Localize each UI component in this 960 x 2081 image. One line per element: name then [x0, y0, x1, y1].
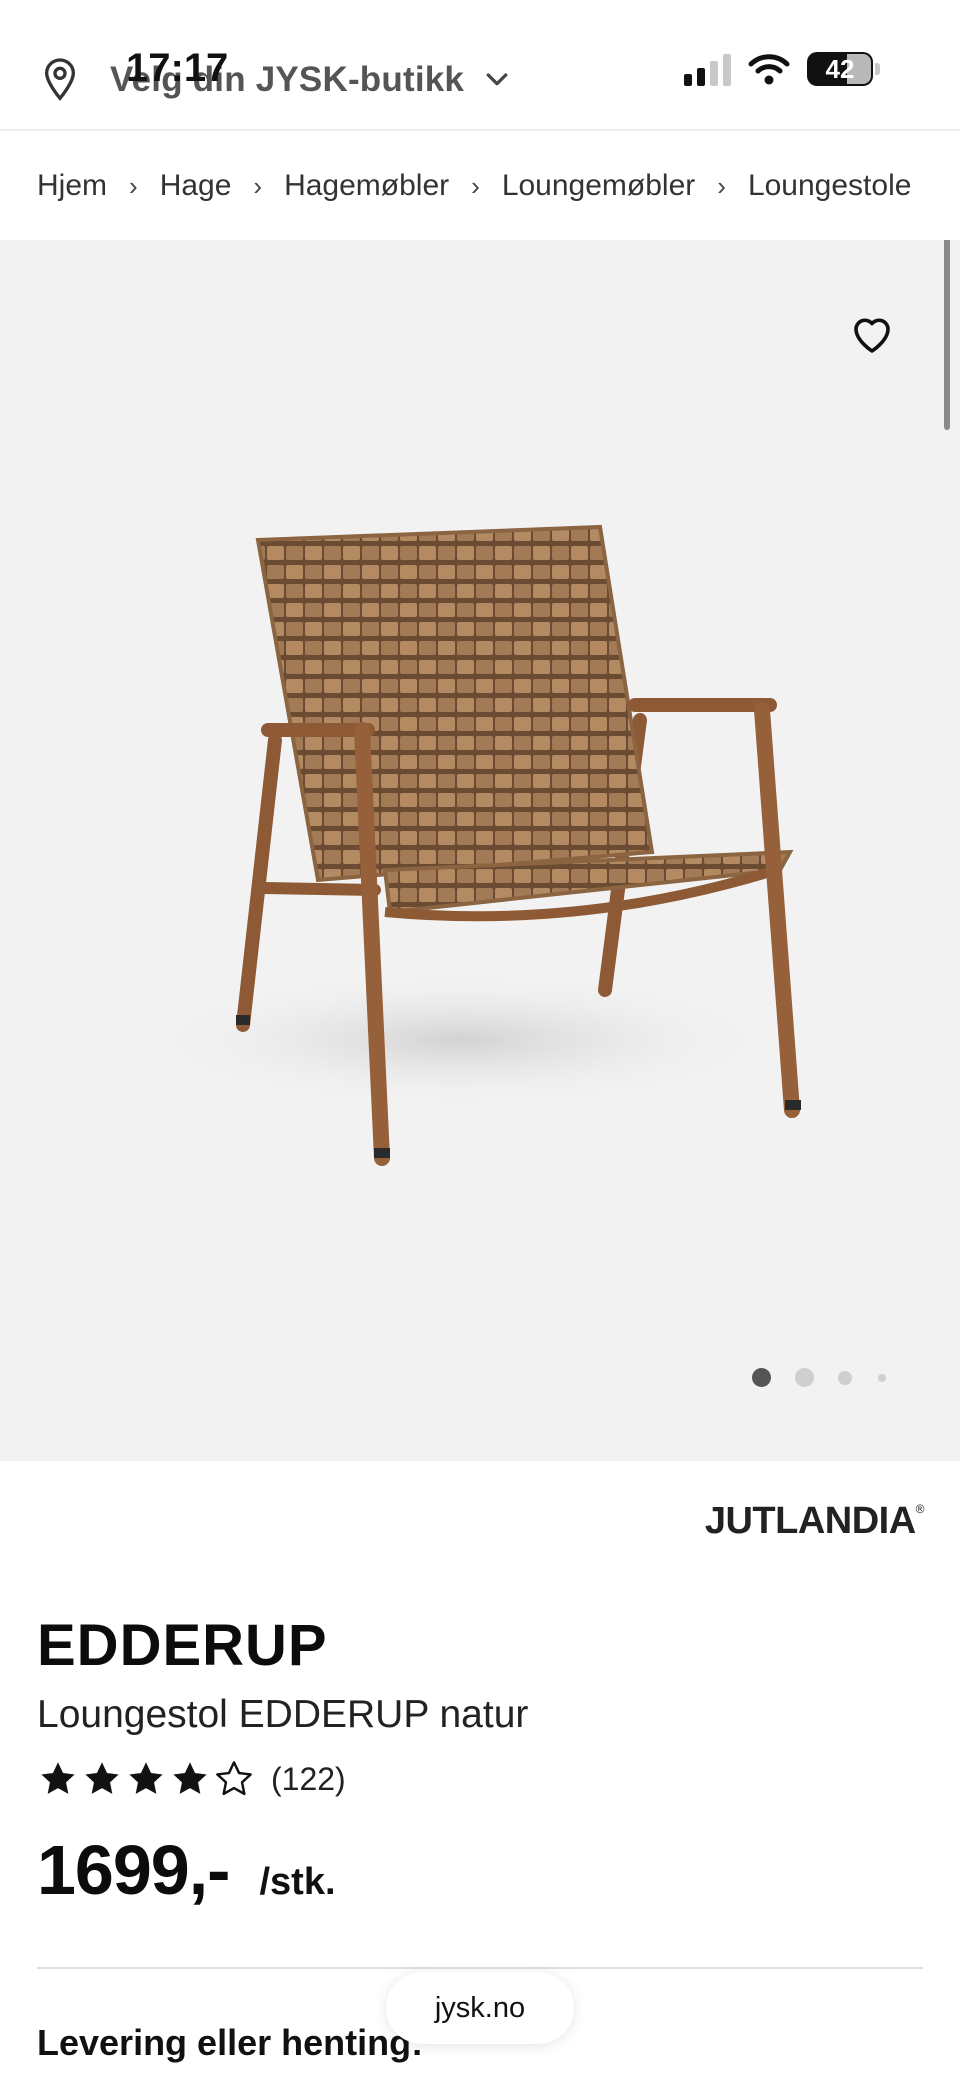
- breadcrumb-garden[interactable]: Hage: [160, 169, 232, 203]
- gallery-dot[interactable]: [878, 1373, 886, 1382]
- battery-nub: [875, 63, 880, 75]
- battery-icon: 42: [807, 52, 873, 86]
- review-count: (122): [271, 1760, 346, 1797]
- gallery-dot[interactable]: [795, 1368, 814, 1387]
- product-image[interactable]: [0, 240, 960, 1461]
- brand-logo[interactable]: JUTLANDIA®: [705, 1500, 925, 1543]
- star-filled-icon: [129, 1762, 163, 1794]
- breadcrumb-home[interactable]: Hjem: [37, 169, 107, 203]
- battery-level: 42: [825, 53, 855, 84]
- star-filled-icon: [173, 1762, 207, 1794]
- chevron-right-icon: ›: [717, 170, 726, 201]
- breadcrumb-lounge-chairs[interactable]: Loungestole: [748, 169, 911, 203]
- star-filled-icon: [41, 1762, 75, 1794]
- status-indicators: 42: [684, 52, 880, 86]
- breadcrumb: Hjem › Hage › Hagemøbler › Loungemøbler …: [0, 133, 960, 239]
- browser-url-bar[interactable]: jysk.no: [386, 1972, 574, 2044]
- chevron-right-icon: ›: [253, 170, 263, 201]
- price-unit: /stk.: [259, 1861, 336, 1903]
- section-divider: [37, 1967, 923, 1969]
- chevron-right-icon: ›: [471, 170, 480, 201]
- top-bar: Velg din JYSK-butikk 17:17 42: [0, 0, 960, 131]
- breadcrumb-lounge-furniture[interactable]: Loungemøbler: [502, 169, 695, 203]
- star-filled-icon: [85, 1762, 119, 1794]
- cellular-signal-icon: [684, 52, 731, 86]
- product-rating[interactable]: (122): [37, 1758, 346, 1800]
- star-empty-icon: [216, 1761, 252, 1796]
- delivery-heading: Levering eller henting:: [37, 2022, 424, 2063]
- product-title: EDDERUP: [37, 1613, 328, 1678]
- gallery-dot-active[interactable]: [752, 1368, 771, 1387]
- chevron-down-icon: [486, 73, 508, 86]
- price-value: 1699,-: [37, 1831, 230, 1909]
- wifi-icon: [748, 54, 790, 85]
- gallery-dot[interactable]: [838, 1370, 852, 1385]
- rating-stars: [37, 1758, 255, 1800]
- breadcrumb-garden-furniture[interactable]: Hagemøbler: [284, 169, 449, 203]
- product-description: Loungestol EDDERUP natur: [37, 1693, 529, 1736]
- location-pin-icon: [44, 58, 76, 101]
- product-price: 1699,- /stk.: [37, 1830, 336, 1910]
- chevron-right-icon: ›: [129, 170, 138, 201]
- browser-url-text: jysk.no: [434, 1991, 526, 2024]
- store-selector[interactable]: Velg din JYSK-butikk: [40, 56, 512, 104]
- status-time: 17:17: [126, 46, 229, 90]
- gallery-pagination: [752, 1368, 886, 1387]
- product-image-gallery[interactable]: [0, 240, 960, 1461]
